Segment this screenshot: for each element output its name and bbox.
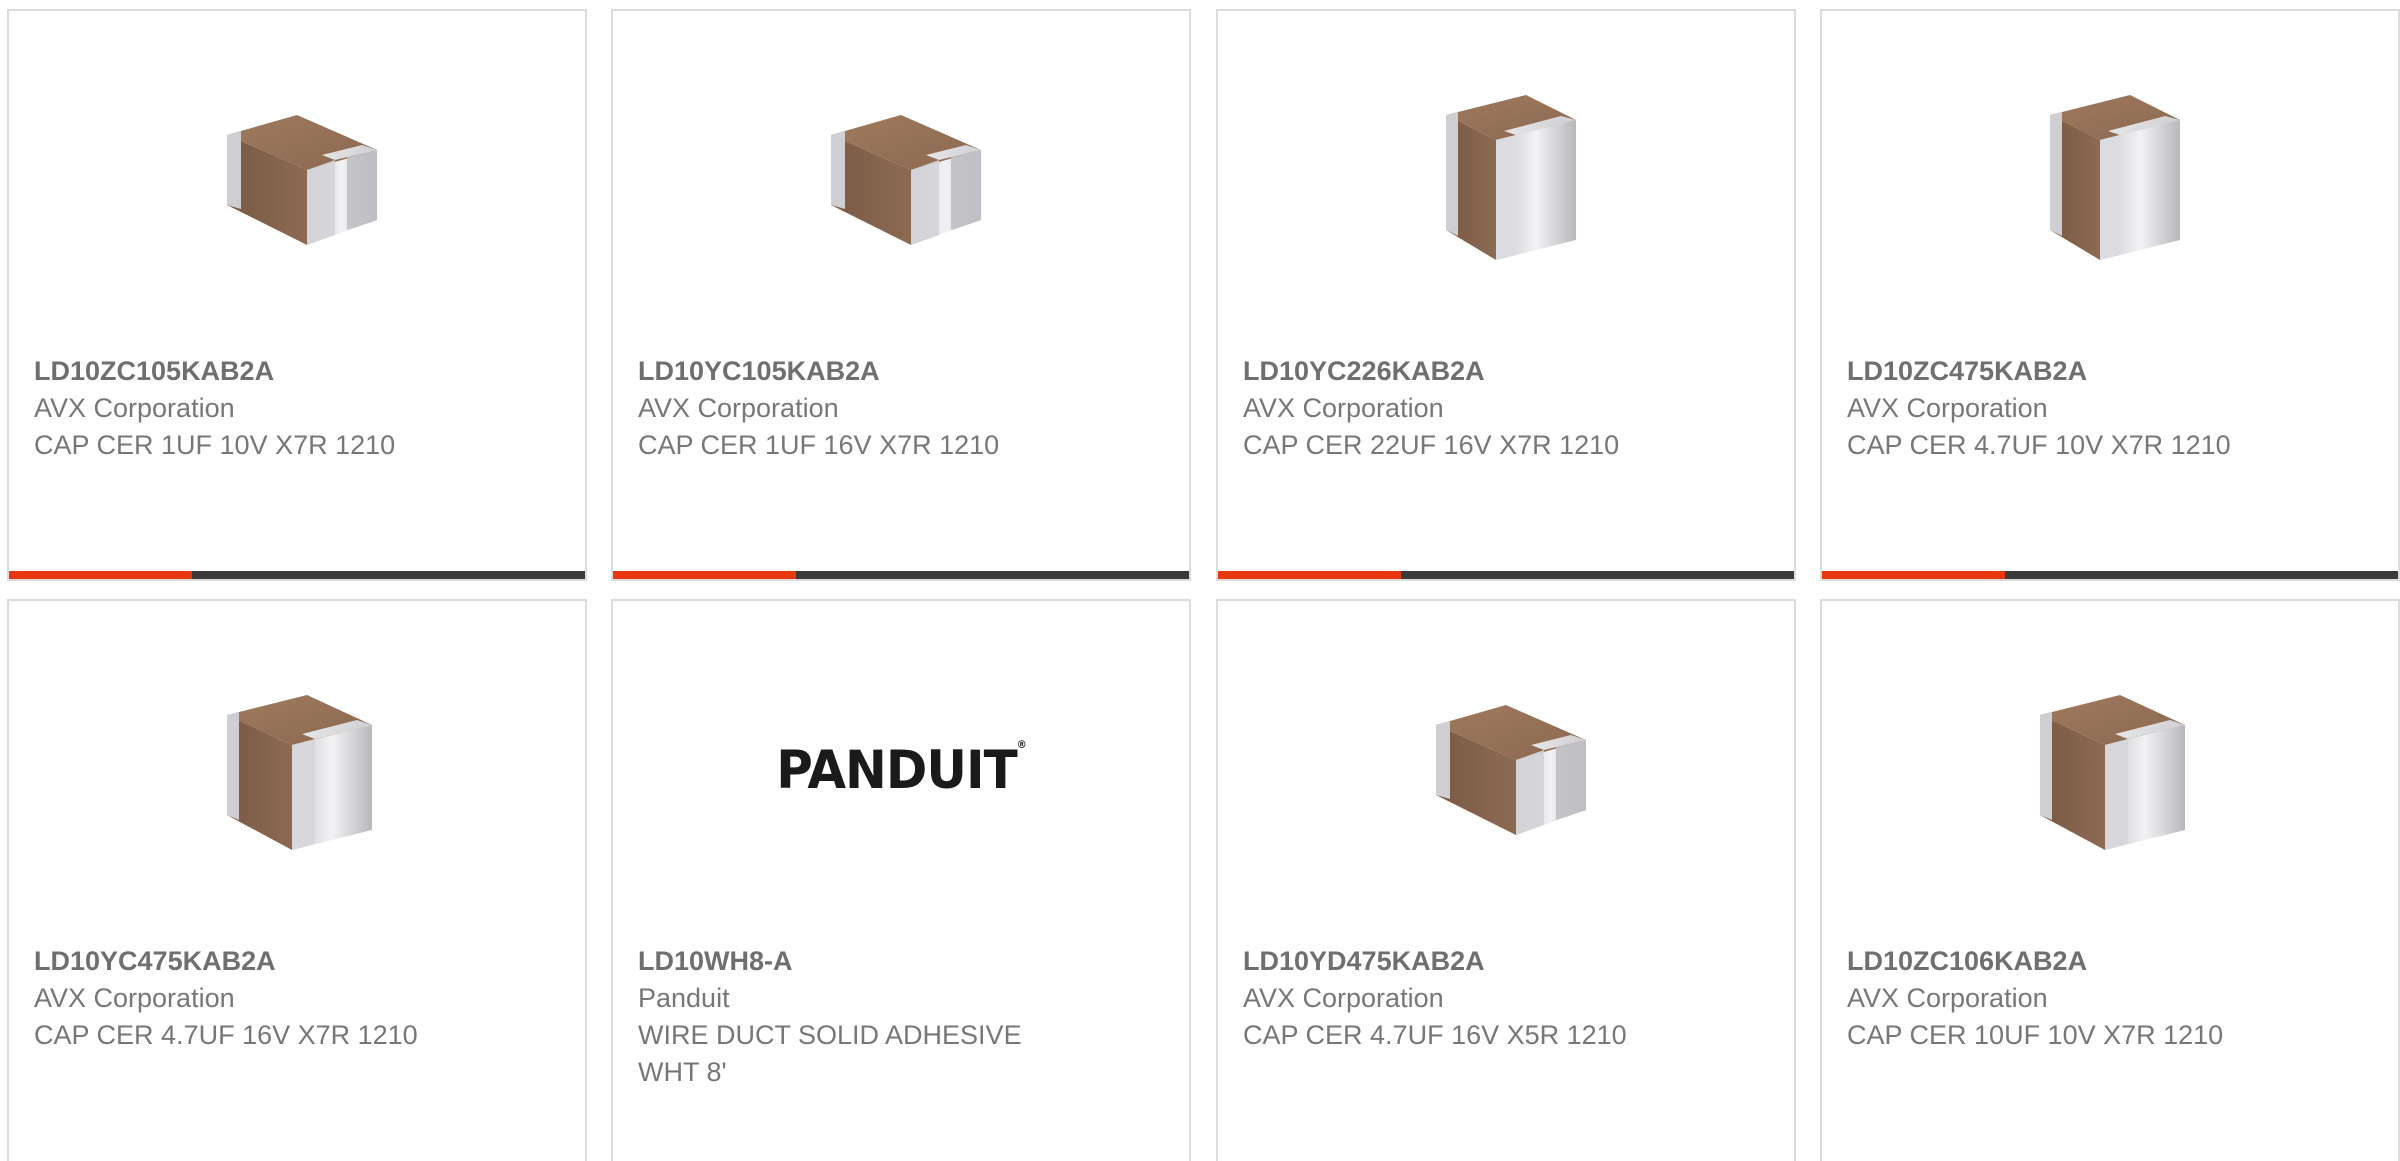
- manufacturer: AVX Corporation: [34, 983, 235, 1013]
- card-accent-fill: [1822, 571, 2005, 579]
- ceramic-capacitor-chip-icon: [2040, 695, 2185, 850]
- ceramic-capacitor-chip-icon: [227, 695, 372, 850]
- product-card[interactable]: LD10YC226KAB2A AVX Corporation CAP CER 2…: [1216, 9, 1796, 581]
- manufacturer: AVX Corporation: [1243, 983, 1444, 1013]
- part-number[interactable]: LD10ZC475KAB2A: [1847, 353, 2378, 390]
- description: WIRE DUCT SOLID ADHESIVE WHT 8': [638, 1020, 1022, 1087]
- product-info: LD10ZC106KAB2A AVX Corporation CAP CER 1…: [1847, 943, 2378, 1054]
- description: CAP CER 10UF 10V X7R 1210: [1847, 1020, 2224, 1050]
- manufacturer: AVX Corporation: [1243, 393, 1444, 423]
- product-info: LD10YC105KAB2A AVX Corporation CAP CER 1…: [638, 353, 1169, 464]
- product-info: LD10ZC105KAB2A AVX Corporation CAP CER 1…: [34, 353, 565, 464]
- product-image[interactable]: [1405, 669, 1607, 871]
- product-image[interactable]: [196, 79, 398, 281]
- manufacturer: AVX Corporation: [1847, 393, 2048, 423]
- manufacturer: AVX Corporation: [638, 393, 839, 423]
- product-card[interactable]: LD10YC475KAB2A AVX Corporation CAP CER 4…: [7, 599, 587, 1161]
- ceramic-capacitor-chip-icon: [227, 115, 377, 245]
- description: CAP CER 4.7UF 16V X7R 1210: [34, 1020, 418, 1050]
- ceramic-capacitor-chip-icon: [831, 115, 981, 245]
- product-card[interactable]: LD10YD475KAB2A AVX Corporation CAP CER 4…: [1216, 599, 1796, 1161]
- part-number[interactable]: LD10YC105KAB2A: [638, 353, 1169, 390]
- manufacturer: AVX Corporation: [34, 393, 235, 423]
- part-number[interactable]: LD10YC475KAB2A: [34, 943, 565, 980]
- product-card[interactable]: LD10ZC105KAB2A AVX Corporation CAP CER 1…: [7, 9, 587, 581]
- part-number[interactable]: LD10YC226KAB2A: [1243, 353, 1774, 390]
- product-image[interactable]: [2009, 79, 2211, 281]
- panduit-logo-text: PANDUIT: [776, 739, 1017, 801]
- product-image[interactable]: PANDUIT®: [776, 669, 1026, 871]
- product-image[interactable]: [1405, 79, 1607, 281]
- manufacturer: AVX Corporation: [1847, 983, 2048, 1013]
- product-image[interactable]: [2009, 669, 2211, 871]
- product-card[interactable]: LD10ZC106KAB2A AVX Corporation CAP CER 1…: [1820, 599, 2400, 1161]
- description: CAP CER 22UF 16V X7R 1210: [1243, 430, 1620, 460]
- part-number[interactable]: LD10YD475KAB2A: [1243, 943, 1774, 980]
- card-accent-bar: [613, 571, 1189, 579]
- description: CAP CER 1UF 10V X7R 1210: [34, 430, 396, 460]
- manufacturer: Panduit: [638, 983, 730, 1013]
- part-number[interactable]: LD10WH8-A: [638, 943, 1169, 980]
- product-grid: LD10ZC105KAB2A AVX Corporation CAP CER 1…: [0, 0, 2400, 1161]
- card-accent-bar: [9, 571, 585, 579]
- description: CAP CER 1UF 16V X7R 1210: [638, 430, 1000, 460]
- product-info: LD10WH8-A Panduit WIRE DUCT SOLID ADHESI…: [638, 943, 1169, 1091]
- product-info: LD10YC226KAB2A AVX Corporation CAP CER 2…: [1243, 353, 1774, 464]
- ceramic-capacitor-chip-icon: [1446, 95, 1576, 260]
- card-accent-bar: [1822, 571, 2398, 579]
- product-image[interactable]: [196, 669, 398, 871]
- card-accent-bar: [1218, 571, 1794, 579]
- product-card[interactable]: LD10YC105KAB2A AVX Corporation CAP CER 1…: [611, 9, 1191, 581]
- description: CAP CER 4.7UF 10V X7R 1210: [1847, 430, 2231, 460]
- ceramic-capacitor-chip-icon: [1436, 705, 1586, 835]
- ceramic-capacitor-chip-icon: [2050, 95, 2180, 260]
- product-info: LD10ZC475KAB2A AVX Corporation CAP CER 4…: [1847, 353, 2378, 464]
- part-number[interactable]: LD10ZC105KAB2A: [34, 353, 565, 390]
- part-number[interactable]: LD10ZC106KAB2A: [1847, 943, 2378, 980]
- product-info: LD10YC475KAB2A AVX Corporation CAP CER 4…: [34, 943, 565, 1054]
- product-info: LD10YD475KAB2A AVX Corporation CAP CER 4…: [1243, 943, 1774, 1054]
- product-card[interactable]: LD10ZC475KAB2A AVX Corporation CAP CER 4…: [1820, 9, 2400, 581]
- card-accent-fill: [1218, 571, 1401, 579]
- card-accent-fill: [9, 571, 192, 579]
- product-card[interactable]: PANDUIT® LD10WH8-A Panduit WIRE DUCT SOL…: [611, 599, 1191, 1161]
- product-image[interactable]: [800, 79, 1002, 281]
- description: CAP CER 4.7UF 16V X5R 1210: [1243, 1020, 1627, 1050]
- panduit-logo: PANDUIT®: [776, 739, 1026, 801]
- card-accent-fill: [613, 571, 796, 579]
